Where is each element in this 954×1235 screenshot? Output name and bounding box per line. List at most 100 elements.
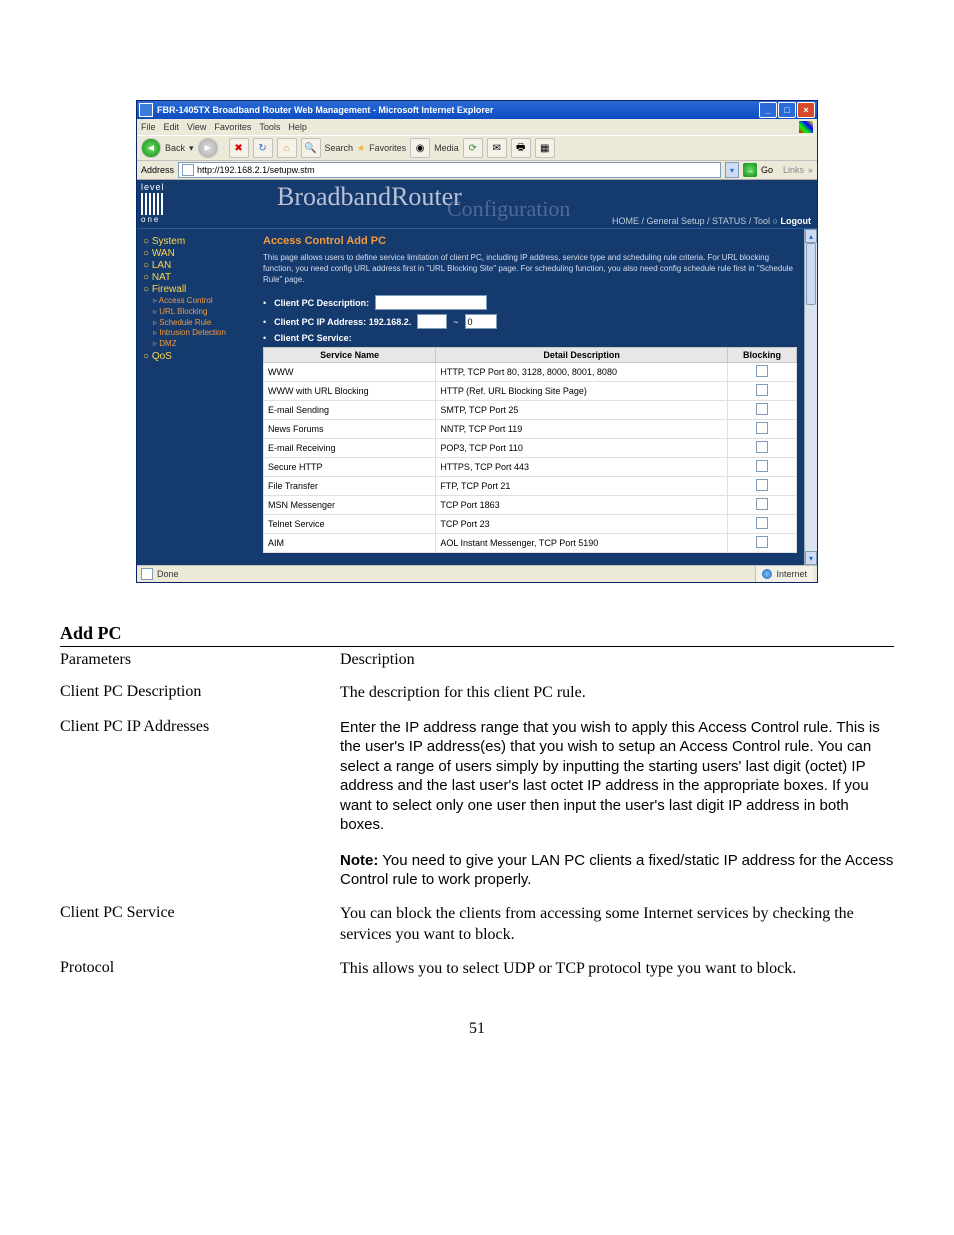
media-label[interactable]: Media [434,143,459,153]
service-detail-cell: NNTP, TCP Port 119 [436,420,728,439]
doc-row: Client PC Service You can block the clie… [60,904,894,946]
scroll-up-icon[interactable]: ▴ [805,229,817,243]
menu-help[interactable]: Help [288,122,307,132]
blocking-checkbox[interactable] [756,365,768,377]
address-field[interactable]: http://192.168.2.1/setupw.stm [178,162,721,178]
scroll-down-icon[interactable]: ▾ [805,551,817,565]
blocking-checkbox[interactable] [756,441,768,453]
back-dropdown[interactable]: ▾ [189,143,194,154]
service-detail-cell: AOL Instant Messenger, TCP Port 5190 [436,534,728,553]
blocking-checkbox[interactable] [756,422,768,434]
service-detail-cell: TCP Port 1863 [436,496,728,515]
table-row: E-mail ReceivingPOP3, TCP Port 110 [264,439,797,458]
refresh-button[interactable]: ↻ [253,138,273,158]
service-name-cell: E-mail Sending [264,401,436,420]
sidebar-item-firewall[interactable]: Firewall [143,284,253,295]
sidebar-item-qos[interactable]: QoS [143,351,253,362]
doc-header-description: Description [340,651,894,669]
sidebar-item-wan[interactable]: WAN [143,248,253,259]
vendor-logo: level one [141,182,165,224]
sidebar-sub-url-blocking[interactable]: URL Blocking [153,307,253,318]
logout-link[interactable]: Logout [781,216,812,226]
doc-note: Note: You need to give your LAN PC clien… [340,851,894,890]
menu-view[interactable]: View [187,122,206,132]
sidebar-item-nat[interactable]: NAT [143,272,253,283]
links-label[interactable]: Links [783,165,804,175]
sidebar-item-system[interactable]: System [143,236,253,247]
top-nav: HOME / General Setup / STATUS / Tool ○ L… [612,216,811,226]
blocking-checkbox[interactable] [756,384,768,396]
blocking-checkbox[interactable] [756,498,768,510]
links-chevron-icon[interactable]: » [808,165,813,175]
back-button[interactable]: ◄ [141,138,161,158]
doc-row: Client PC Description The description fo… [60,683,894,704]
search-icon[interactable]: 🔍 [301,138,321,158]
search-label[interactable]: Search [325,143,354,153]
doc-rule [60,646,894,647]
page-heading: Access Control Add PC [263,235,799,247]
sidebar: System WAN LAN NAT Firewall Access Contr… [137,229,253,565]
th-service-name: Service Name [264,348,436,363]
blocking-checkbox[interactable] [756,403,768,415]
window-maximize-button[interactable]: □ [778,102,796,118]
forward-button[interactable]: ► [198,138,218,158]
go-label: Go [761,165,773,175]
blocking-checkbox[interactable] [756,460,768,472]
menu-file[interactable]: File [141,122,156,132]
sidebar-sub-schedule-rule[interactable]: Schedule Rule [153,318,253,329]
home-button[interactable]: ⌂ [277,138,297,158]
blocking-checkbox[interactable] [756,517,768,529]
table-row: Secure HTTPHTTPS, TCP Port 443 [264,458,797,477]
blocking-checkbox[interactable] [756,536,768,548]
blocking-cell [728,363,797,382]
sidebar-sub-dmz[interactable]: DMZ [153,339,253,350]
media-icon[interactable]: ◉ [410,138,430,158]
scroll-thumb[interactable] [806,243,816,305]
address-url: http://192.168.2.1/setupw.stm [197,165,315,175]
back-label: Back [165,143,185,153]
table-row: AIMAOL Instant Messenger, TCP Port 5190 [264,534,797,553]
blocking-checkbox[interactable] [756,479,768,491]
service-name-cell: Secure HTTP [264,458,436,477]
window-close-button[interactable]: × [797,102,815,118]
mail-button[interactable]: ✉ [487,138,507,158]
menubar: File Edit View Favorites Tools Help [137,119,817,135]
brand-line1: BroadbandRouter [277,182,462,211]
menu-favorites[interactable]: Favorites [214,122,251,132]
sidebar-item-lan[interactable]: LAN [143,260,253,271]
row-client-pc-description: Client PC Description: [263,295,799,310]
service-detail-cell: HTTP, TCP Port 80, 3128, 8000, 8001, 808… [436,363,728,382]
address-dropdown[interactable]: ▾ [725,162,739,178]
print-button[interactable]: 🖶 [511,138,531,158]
scrollbar[interactable]: ▴ ▾ [804,229,817,565]
content-area: Access Control Add PC This page allows u… [253,229,817,565]
status-text: Done [157,569,179,579]
table-row: Telnet ServiceTCP Port 23 [264,515,797,534]
service-name-cell: News Forums [264,420,436,439]
menu-edit[interactable]: Edit [164,122,180,132]
sidebar-sub-access-control[interactable]: Access Control [153,296,253,307]
discuss-button[interactable]: ▦ [535,138,555,158]
client-pc-ip-end-input[interactable]: 0 [465,314,497,329]
doc-param: Client PC Service [60,904,340,946]
sidebar-sub-intrusion-detection[interactable]: Intrusion Detection [153,328,253,339]
favorites-icon[interactable]: ★ [357,143,365,154]
address-bar: Address http://192.168.2.1/setupw.stm ▾ … [137,161,817,180]
history-button[interactable]: ⟳ [463,138,483,158]
table-row: WWW with URL BlockingHTTP (Ref. URL Bloc… [264,382,797,401]
address-label: Address [141,165,174,175]
client-pc-ip-start-input[interactable] [417,314,447,329]
service-name-cell: WWW [264,363,436,382]
top-nav-links[interactable]: HOME / General Setup / STATUS / Tool ○ [612,216,778,226]
window-titlebar: FBR-1405TX Broadband Router Web Manageme… [137,101,817,119]
table-row: MSN MessengerTCP Port 1863 [264,496,797,515]
favorites-label[interactable]: Favorites [369,143,406,153]
go-button[interactable]: → [743,163,757,177]
doc-param: Protocol [60,959,340,980]
window-minimize-button[interactable]: _ [759,102,777,118]
client-pc-description-input[interactable] [375,295,487,310]
stop-button[interactable]: ✖ [229,138,249,158]
menu-tools[interactable]: Tools [259,122,280,132]
logo-barcode-icon [141,193,165,215]
service-detail-cell: SMTP, TCP Port 25 [436,401,728,420]
